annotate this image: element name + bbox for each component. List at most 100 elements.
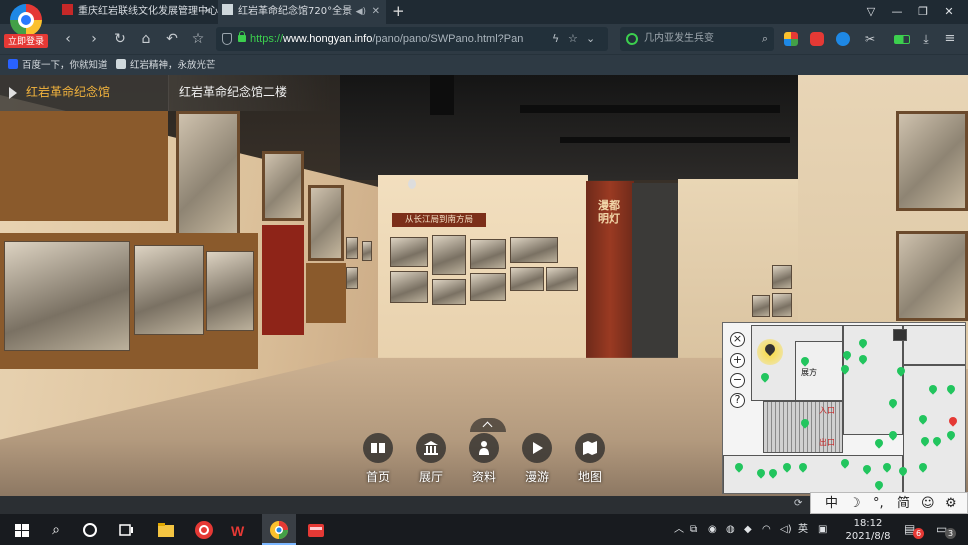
expand-arrow-icon[interactable] bbox=[9, 87, 17, 99]
minimap-zoom-out-button[interactable]: − bbox=[730, 373, 745, 388]
search-box[interactable]: 几内亚发生兵变 ⌕ bbox=[620, 27, 774, 51]
dark-pillar bbox=[632, 183, 678, 363]
bookmark-hongyan[interactable]: 红岩精神，永放光芒 bbox=[116, 55, 216, 76]
tray-security-icon[interactable]: ◉ bbox=[708, 514, 717, 545]
tray-app-icon[interactable]: ⧉ bbox=[690, 514, 697, 545]
minimize-button[interactable]: — bbox=[886, 0, 908, 24]
exhibit-photo bbox=[134, 245, 204, 335]
breadcrumb: 红岩革命纪念馆 红岩革命纪念馆二楼 bbox=[0, 75, 330, 111]
hotspot-pin-icon[interactable] bbox=[873, 437, 885, 449]
tray-green-app-icon[interactable]: ◆ bbox=[744, 514, 752, 545]
baidu-icon bbox=[8, 59, 18, 69]
menu-icon[interactable]: ≡ bbox=[940, 29, 960, 49]
new-tab-button[interactable]: + bbox=[392, 0, 405, 24]
exhibit-panel bbox=[0, 111, 168, 221]
search-icon[interactable]: ⌕ bbox=[44, 518, 68, 542]
ime-toolbar: 中 ☽ °, 简 ☺ ⚙ bbox=[810, 492, 968, 514]
browser-taskbar-icon[interactable] bbox=[267, 518, 291, 542]
volume-icon[interactable]: ◁) bbox=[780, 514, 792, 545]
map-label-entrance: 入口 bbox=[819, 406, 835, 415]
portrait-frame bbox=[176, 111, 240, 239]
ime-lang-toggle[interactable]: 中 bbox=[825, 493, 838, 515]
search-icon[interactable]: ⌕ bbox=[762, 27, 768, 51]
exhibit-panel bbox=[306, 263, 346, 323]
minimap-close-button[interactable]: × bbox=[730, 332, 745, 347]
system-clock[interactable]: 18:12 2021/8/8 bbox=[840, 517, 896, 543]
minimap-help-button[interactable]: ? bbox=[730, 393, 745, 408]
login-badge[interactable]: 立即登录 bbox=[4, 34, 48, 48]
windows-taskbar: ⌕ W ︿ ⧉ ◉ ◍ ◆ ◠ ◁) 英 ▣ 18:12 2021/8/8 ▤ … bbox=[0, 514, 968, 545]
lock-icon[interactable] bbox=[238, 31, 246, 42]
menu-material-button[interactable]: 资料 bbox=[458, 430, 510, 486]
restore-button[interactable]: ❐ bbox=[912, 0, 934, 24]
shirt-skin-icon[interactable]: ▽ bbox=[860, 0, 882, 24]
game-controller-icon[interactable] bbox=[810, 32, 824, 46]
ime-moon-icon[interactable]: ☽ bbox=[849, 493, 861, 515]
search-input[interactable]: 几内亚发生兵变 bbox=[644, 27, 714, 51]
notification-count-badge: 6 bbox=[913, 528, 924, 539]
menu-tour-button[interactable]: 漫游 bbox=[511, 430, 563, 486]
address-bar[interactable]: https://www.hongyan.info/pano/pano/SWPan… bbox=[216, 27, 608, 51]
battery-icon[interactable] bbox=[894, 35, 910, 44]
map-label-exit: 出口 bbox=[819, 438, 835, 447]
favorite-star-icon[interactable]: ☆ bbox=[568, 27, 578, 51]
star-bookmark-icon[interactable]: ☆ bbox=[188, 29, 208, 49]
lightning-icon[interactable]: ϟ bbox=[552, 27, 559, 51]
message-count-badge: 3 bbox=[945, 528, 956, 539]
speaker-icon[interactable]: ◀) bbox=[356, 0, 366, 24]
tray-wechat-icon[interactable]: ◍ bbox=[726, 514, 735, 545]
shield-icon[interactable] bbox=[222, 33, 232, 45]
breadcrumb-secondary[interactable]: 红岩革命纪念馆二楼 bbox=[168, 75, 330, 111]
file-explorer-icon[interactable] bbox=[154, 518, 178, 542]
toolbox-app-icon[interactable] bbox=[304, 518, 328, 542]
search-engine-icon[interactable] bbox=[626, 33, 638, 45]
tab-title: 重庆红岩联线文化发展管理中心 bbox=[78, 6, 218, 17]
ceiling bbox=[340, 75, 810, 180]
menu-home-button[interactable]: 首页 bbox=[352, 430, 404, 486]
tab-hongyan-center[interactable]: 重庆红岩联线文化发展管理中心 ✕ bbox=[58, 0, 218, 24]
dropdown-chevron-icon[interactable]: ⌄ bbox=[586, 27, 595, 51]
tab-pano-active[interactable]: 红岩革命纪念馆720°全景 ◀) ✕ bbox=[218, 0, 386, 24]
scissors-icon[interactable]: ✂ bbox=[860, 29, 880, 49]
task-view-icon[interactable] bbox=[114, 518, 138, 542]
ime-settings-icon[interactable]: ⚙ bbox=[945, 493, 957, 515]
url-text[interactable]: https://www.hongyan.info/pano/pano/SWPan… bbox=[250, 27, 550, 51]
cortana-icon[interactable] bbox=[78, 518, 102, 542]
play-icon bbox=[522, 433, 552, 463]
menu-map-button[interactable]: 地图 bbox=[564, 430, 616, 486]
netease-music-icon[interactable] bbox=[192, 518, 216, 542]
site-favicon-icon bbox=[62, 4, 73, 15]
person-icon bbox=[469, 433, 499, 463]
ime-language-indicator[interactable]: 英 bbox=[798, 514, 808, 545]
exhibit-photo bbox=[896, 111, 968, 211]
svg-text:W: W bbox=[231, 523, 245, 539]
floor-minimap[interactable]: × + − ? 展方 入口 出口 bbox=[722, 322, 966, 494]
wifi-icon[interactable]: ◠ bbox=[762, 514, 771, 545]
wps-office-icon[interactable]: W bbox=[228, 518, 252, 542]
pillar-title: 漫都明灯 bbox=[598, 199, 620, 225]
windows-start-icon[interactable] bbox=[10, 518, 34, 542]
ime-emoji-icon[interactable]: ☺ bbox=[921, 493, 935, 515]
tray-expand-icon[interactable]: ︿ bbox=[674, 514, 684, 545]
map-room bbox=[903, 325, 965, 365]
ime-punctuation-toggle[interactable]: °, bbox=[873, 493, 884, 515]
back-icon[interactable]: ‹ bbox=[58, 29, 78, 49]
undo-icon[interactable]: ↶ bbox=[162, 29, 182, 49]
apps-grid-icon[interactable] bbox=[784, 32, 798, 46]
close-window-button[interactable]: ✕ bbox=[938, 0, 960, 24]
close-tab-icon[interactable]: ✕ bbox=[372, 0, 380, 24]
bookmark-baidu[interactable]: 百度一下，你就知道 bbox=[8, 55, 108, 76]
browser-logo[interactable]: 立即登录 bbox=[4, 4, 48, 48]
close-tab-icon[interactable]: ✕ bbox=[204, 0, 212, 24]
breadcrumb-primary[interactable]: 红岩革命纪念馆 bbox=[0, 75, 168, 111]
notification-app-icon[interactable]: ▣ bbox=[818, 514, 827, 545]
download-icon[interactable]: ⤓ bbox=[916, 29, 936, 49]
rotate-icon[interactable]: ⟳ bbox=[794, 498, 802, 509]
menu-hall-button[interactable]: 展厅 bbox=[405, 430, 457, 486]
forward-icon[interactable]: › bbox=[84, 29, 104, 49]
globe-icon[interactable] bbox=[836, 32, 850, 46]
reload-icon[interactable]: ↻ bbox=[110, 29, 130, 49]
minimap-zoom-in-button[interactable]: + bbox=[730, 353, 745, 368]
home-icon[interactable]: ⌂ bbox=[136, 29, 156, 49]
ime-simplified-toggle[interactable]: 简 bbox=[897, 493, 910, 515]
